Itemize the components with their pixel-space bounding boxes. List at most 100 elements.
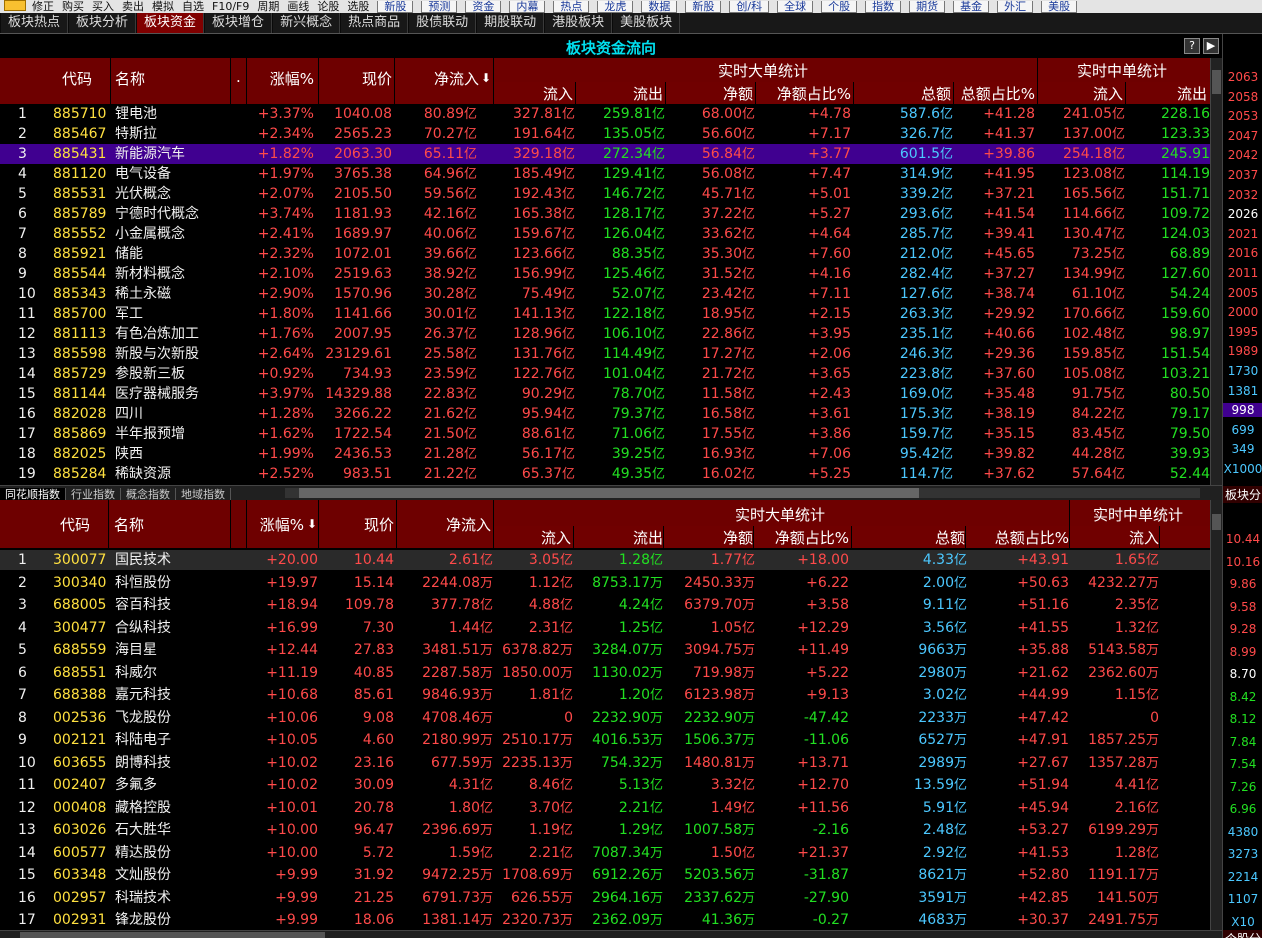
stock-row[interactable]: 9 002121 科陆电子 +10.05 4.60 2180.99万 2510.17万 401…	[0, 730, 1210, 750]
toolbar-button[interactable]: 新股	[377, 1, 414, 13]
toolbar-item[interactable]: 买入	[92, 1, 114, 12]
col-name[interactable]: 名称	[114, 514, 144, 535]
help-icon[interactable]: ?	[1184, 38, 1200, 54]
toolbar-button[interactable]: 期货	[909, 1, 946, 13]
col-big-out[interactable]: 流出	[577, 83, 663, 104]
col-big-in[interactable]: 流入	[497, 527, 571, 548]
toolbar-button[interactable]: 全球	[777, 1, 814, 13]
scroll-thumb[interactable]	[1212, 514, 1221, 530]
scroll-thumb[interactable]	[1212, 70, 1221, 94]
col-change[interactable]: 涨幅%	[240, 68, 314, 89]
group-big-orders[interactable]: 实时大单统计	[493, 60, 1033, 81]
sector-row[interactable]: 13 885598 新股与次新股 +2.64% 23129.61 25.58亿 131.76…	[0, 344, 1210, 364]
sort-down-icon[interactable]: ⬇	[307, 517, 317, 531]
sector-row[interactable]: 8 885921 储能 +2.32% 1072.01 39.66亿 123.66亿 88.35…	[0, 244, 1210, 264]
sector-row[interactable]: 3 885431 新能源汽车 +1.82% 2063.30 65.11亿 329.18亿 27…	[0, 144, 1210, 164]
tab-sector[interactable]: 板块资金	[136, 13, 205, 33]
col-code[interactable]: 代码	[60, 514, 90, 535]
toolbar-button[interactable]: 创/科	[729, 1, 770, 13]
group-mid-orders[interactable]: 实时中单统计	[1038, 60, 1206, 81]
group-big-orders[interactable]: 实时大单统计	[493, 504, 1067, 525]
sector-row[interactable]: 16 882028 四川 +1.28% 3266.22 21.62亿 95.94亿 79.37…	[0, 404, 1210, 424]
stock-row[interactable]: 6 688551 科威尔 +11.19 40.85 2287.58万 1850.00万 113…	[0, 663, 1210, 683]
tab-sector[interactable]: 股债联动	[408, 13, 477, 33]
toolbar-item[interactable]: 模拟	[152, 1, 174, 12]
popout-icon[interactable]: ▶	[1203, 38, 1219, 54]
col-net-inflow[interactable]: 净流入	[395, 68, 479, 89]
toolbar-item[interactable]: 论股	[317, 1, 339, 12]
stock-row[interactable]: 15 603348 文灿股份 +9.99 31.92 9472.25万 1708.69万 69…	[0, 865, 1210, 885]
toolbar-button[interactable]: 热点	[553, 1, 590, 13]
col-big-net[interactable]: 净额	[665, 527, 753, 548]
col-mid-out[interactable]: 流出	[1161, 527, 1210, 548]
col-big-ratio[interactable]: 净额占比%	[757, 83, 851, 104]
tab-sector[interactable]: 板块分析	[68, 13, 137, 33]
toolbar-button[interactable]: 新股	[685, 1, 722, 13]
toolbar-item[interactable]: F10/F9	[212, 1, 249, 12]
toolbar-button[interactable]: 个股	[821, 1, 858, 13]
col-code[interactable]: 代码	[62, 68, 92, 89]
toolbar-button[interactable]: 预测	[421, 1, 458, 13]
col-big-total-ratio[interactable]: 总额占比%	[955, 83, 1035, 104]
scroll-thumb[interactable]	[299, 488, 919, 498]
toolbar-button[interactable]: 内幕	[509, 1, 546, 13]
col-big-total[interactable]: 总额	[855, 83, 951, 104]
group-mid-orders[interactable]: 实时中单统计	[1070, 504, 1206, 525]
stock-row[interactable]: 17 002931 锋龙股份 +9.99 18.06 1381.14万 2320.73万 23…	[0, 910, 1210, 930]
sector-row[interactable]: 7 885552 小金属概念 +2.41% 1689.97 40.06亿 159.67亿 12…	[0, 224, 1210, 244]
toolbar-item[interactable]: 画线	[287, 1, 309, 12]
scroll-thumb[interactable]	[20, 932, 325, 938]
sector-row[interactable]: 18 882025 陕西 +1.99% 2436.53 21.28亿 56.17亿 39.25…	[0, 444, 1210, 464]
toolbar-item[interactable]: 卖出	[122, 1, 144, 12]
toolbar-item[interactable]: 自选	[182, 1, 204, 12]
sector-vertical-scrollbar[interactable]	[1210, 58, 1222, 485]
toolbar-item[interactable]: 周期	[257, 1, 279, 12]
stock-horizontal-scrollbar[interactable]	[0, 930, 1222, 938]
toolbar-button[interactable]: 数据	[641, 1, 678, 13]
sector-row[interactable]: 2 885467 特斯拉 +2.34% 2565.23 70.27亿 191.64亿 135.…	[0, 124, 1210, 144]
sector-row[interactable]: 5 885531 光伏概念 +2.07% 2105.50 59.56亿 192.43亿 146…	[0, 184, 1210, 204]
index-tab[interactable]: 同花顺指数	[0, 488, 66, 500]
sector-row[interactable]: 9 885544 新材料概念 +2.10% 2519.63 38.92亿 156.99亿 12…	[0, 264, 1210, 284]
toolbar-item[interactable]: 购买	[62, 1, 84, 12]
col-mid-out[interactable]: 流出	[1127, 83, 1207, 104]
stock-row[interactable]: 3 688005 容百科技 +18.94 109.78 377.78亿 4.88亿 4.24亿…	[0, 595, 1210, 615]
stock-row[interactable]: 8 002536 飞龙股份 +10.06 9.08 4708.46万 0 2232.90万 22…	[0, 708, 1210, 728]
stock-row[interactable]: 5 688559 海目星 +12.44 27.83 3481.51万 6378.82万 328…	[0, 640, 1210, 660]
sector-row[interactable]: 4 881120 电气设备 +1.97% 3765.38 64.96亿 185.49亿 129…	[0, 164, 1210, 184]
tab-sector[interactable]: 港股板块	[544, 13, 613, 33]
sort-down-icon[interactable]: ⬇	[481, 71, 491, 85]
sector-row[interactable]: 14 885729 参股新三板 +0.92% 734.93 23.59亿 122.76亿 10…	[0, 364, 1210, 384]
stock-vertical-scrollbar[interactable]	[1210, 500, 1222, 930]
index-tab[interactable]: 行业指数	[66, 488, 121, 500]
col-price[interactable]: 现价	[320, 68, 392, 89]
stock-row[interactable]: 11 002407 多氟多 +10.02 30.09 4.31亿 8.46亿 5.13亿 3.3…	[0, 775, 1210, 795]
index-tab[interactable]: 概念指数	[121, 488, 176, 500]
toolbar-button[interactable]: 美股	[1041, 1, 1078, 13]
stock-row[interactable]: 16 002957 科瑞技术 +9.99 21.25 6791.73万 626.55万 296…	[0, 888, 1210, 908]
sector-row[interactable]: 17 885869 半年报预增 +1.62% 1722.54 21.50亿 88.61亿 71…	[0, 424, 1210, 444]
col-big-net[interactable]: 净额	[667, 83, 753, 104]
tab-sector[interactable]: 新兴概念	[272, 13, 341, 33]
stock-row[interactable]: 13 603026 石大胜华 +10.00 96.47 2396.69万 1.19亿 1.29…	[0, 820, 1210, 840]
col-name[interactable]: 名称	[115, 68, 145, 89]
stock-row[interactable]: 7 688388 嘉元科技 +10.68 85.61 9846.93万 1.81亿 1.20亿…	[0, 685, 1210, 705]
tab-sector[interactable]: 期股联动	[476, 13, 545, 33]
stock-row[interactable]: 2 300340 科恒股份 +19.97 15.14 2244.08万 1.12亿 8753.…	[0, 573, 1210, 593]
col-big-total-ratio[interactable]: 总额占比%	[967, 527, 1069, 548]
tab-sector[interactable]: 热点商品	[340, 13, 409, 33]
sector-row[interactable]: 11 885700 军工 +1.80% 1141.66 30.01亿 141.13亿 122.…	[0, 304, 1210, 324]
sector-row[interactable]: 12 881113 有色冶炼加工 +1.76% 2007.95 26.37亿 128.96亿…	[0, 324, 1210, 344]
col-change[interactable]: 涨幅%	[246, 514, 304, 535]
stock-row[interactable]: 14 600577 精达股份 +10.00 5.72 1.59亿 2.21亿 7087.34万…	[0, 843, 1210, 863]
index-tab[interactable]: 地域指数	[176, 488, 231, 500]
toolbar-button[interactable]: 资金	[465, 1, 502, 13]
sector-row[interactable]: 10 885343 稀土永磁 +2.90% 1570.96 30.28亿 75.49亿 52.…	[0, 284, 1210, 304]
col-big-in[interactable]: 流入	[497, 83, 573, 104]
sector-row[interactable]: 15 881144 医疗器械服务 +3.97% 14329.88 22.83亿 90.29亿…	[0, 384, 1210, 404]
sector-row[interactable]: 6 885789 宁德时代概念 +3.74% 1181.93 42.16亿 165.38亿 1…	[0, 204, 1210, 224]
stock-row[interactable]: 10 603655 朗博科技 +10.02 23.16 677.59万 2235.13万 75…	[0, 753, 1210, 773]
toolbar-button[interactable]: 龙虎	[597, 1, 634, 13]
col-mid-in[interactable]: 流入	[1071, 527, 1159, 548]
stock-row[interactable]: 12 000408 藏格控股 +10.01 20.78 1.80亿 3.70亿 2.21亿 1.…	[0, 798, 1210, 818]
